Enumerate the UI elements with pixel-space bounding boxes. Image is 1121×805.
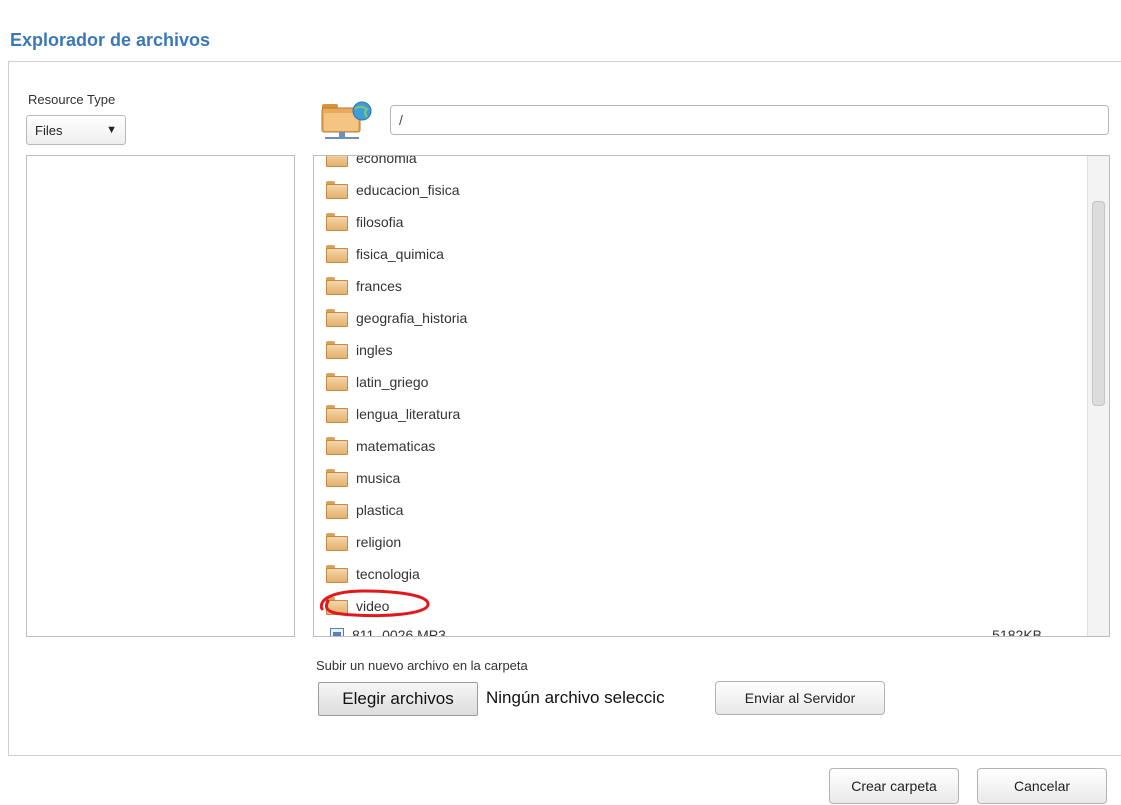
folder-icon — [326, 341, 348, 359]
folder-name: religion — [356, 534, 402, 550]
dialog-title: Explorador de archivos — [10, 30, 211, 50]
file-row[interactable]: 811_0026.MP3 5182KB — [326, 623, 1086, 637]
folder-row[interactable]: ingles — [326, 338, 393, 362]
cancel-button[interactable]: Cancelar — [977, 768, 1107, 804]
folder-row[interactable]: musica — [326, 466, 400, 490]
folder-row[interactable]: economia — [326, 155, 417, 170]
folder-row[interactable]: tecnologia — [326, 562, 420, 586]
file-list[interactable]: economia educacion_fisica filosofia fisi… — [313, 155, 1110, 637]
folder-icon — [326, 245, 348, 263]
folder-name: frances — [356, 278, 402, 294]
folder-name: fisica_quimica — [356, 246, 444, 262]
folder-name: economia — [356, 155, 417, 166]
folder-name: matematicas — [356, 438, 436, 454]
folder-icon — [326, 156, 348, 167]
folder-icon — [326, 437, 348, 455]
folder-row[interactable]: frances — [326, 274, 402, 298]
folder-row[interactable]: fisica_quimica — [326, 242, 444, 266]
upload-label: Subir un nuevo archivo en la carpeta — [316, 658, 528, 673]
folder-icon — [326, 373, 348, 391]
folder-row[interactable]: lengua_literatura — [326, 402, 460, 426]
folder-name: musica — [356, 470, 401, 486]
choose-files-button[interactable]: Elegir archivos — [318, 682, 478, 716]
create-folder-button[interactable]: Crear carpeta — [829, 768, 959, 804]
scrollbar-thumb[interactable] — [1092, 201, 1105, 406]
folder-icon — [326, 213, 348, 231]
scrollbar[interactable] — [1087, 156, 1109, 636]
folder-row[interactable]: matematicas — [326, 434, 435, 458]
folder-name: filosofia — [356, 214, 404, 230]
folder-row[interactable]: latin_griego — [326, 370, 428, 394]
folder-icon — [326, 469, 348, 487]
folder-name: plastica — [356, 502, 404, 518]
audio-file-icon — [330, 628, 344, 636]
folder-icon — [326, 277, 348, 295]
resource-type-label: Resource Type — [28, 92, 116, 107]
folder-row[interactable]: educacion_fisica — [326, 178, 460, 202]
folder-name: lengua_literatura — [356, 406, 461, 422]
file-size: 5182KB — [992, 627, 1042, 637]
folder-row[interactable]: religion — [326, 530, 401, 554]
folder-tree-panel[interactable] — [26, 155, 295, 637]
folder-row[interactable]: geografia_historia — [326, 306, 467, 330]
folder-icon — [326, 181, 348, 199]
folder-icon — [326, 405, 348, 423]
resource-type-value: Files — [35, 122, 63, 138]
dropdown-arrow-icon: ▼ — [106, 124, 117, 136]
folder-name: educacion_fisica — [356, 182, 460, 198]
resource-type-select[interactable]: Files ▼ — [26, 115, 126, 145]
folder-name: ingles — [356, 342, 393, 358]
file-name: 811_0026.MP3 — [352, 627, 446, 637]
folder-icon — [326, 309, 348, 327]
folder-row[interactable]: video — [326, 594, 389, 618]
folder-icon — [326, 565, 348, 583]
folder-name: tecnologia — [356, 566, 420, 582]
no-file-selected-text: Ningún archivo seleccic — [486, 688, 665, 707]
folder-row[interactable]: plastica — [326, 498, 403, 522]
folder-row[interactable]: filosofia — [326, 210, 403, 234]
folder-icon — [326, 597, 348, 615]
send-to-server-button[interactable]: Enviar al Servidor — [715, 681, 885, 715]
folder-icon — [326, 501, 348, 519]
folder-name: video — [356, 598, 390, 614]
folder-globe-icon — [321, 101, 372, 139]
folder-name: geografia_historia — [356, 310, 468, 326]
folder-icon — [326, 533, 348, 551]
path-input[interactable]: / — [390, 105, 1109, 135]
folder-name: latin_griego — [356, 374, 429, 390]
